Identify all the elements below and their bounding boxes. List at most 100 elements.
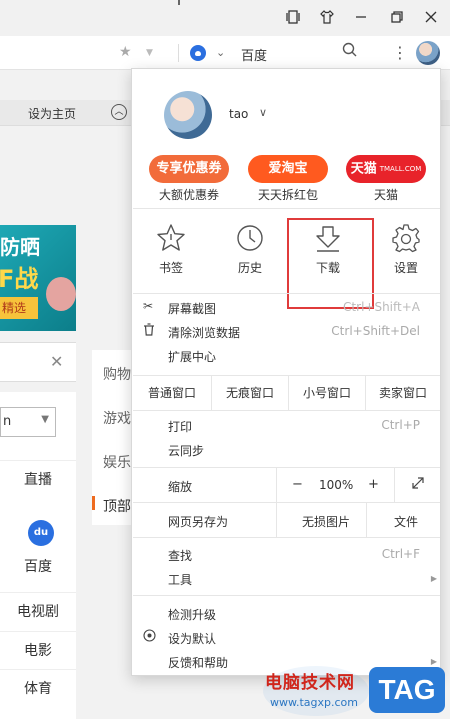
clear-data-menu-item[interactable]: 清除浏览数据 Ctrl+Shift+Del — [132, 322, 440, 342]
account-username[interactable]: tao — [229, 107, 248, 121]
set-home-link[interactable]: 设为主页 — [28, 105, 76, 122]
mid-item-top[interactable]: 顶部 — [103, 496, 131, 516]
save-as-row: 网页另存为 无损图片 文件 — [132, 503, 440, 537]
minimize-button[interactable] — [352, 10, 370, 28]
menu-divider — [133, 208, 440, 209]
user-avatar-button[interactable] — [416, 41, 440, 65]
search-engine-label[interactable]: 百度 — [241, 45, 267, 64]
account-chevron-down-icon[interactable]: ∨ — [259, 106, 267, 119]
close-icon[interactable]: ✕ — [50, 352, 63, 371]
account-avatar[interactable] — [164, 91, 212, 139]
mid-item-shopping[interactable]: 购物 — [103, 364, 131, 384]
screenshot-hotkey: Ctrl+Shift+A — [343, 300, 420, 314]
zoom-out-button[interactable]: − — [292, 477, 303, 492]
tools-label: 工具 — [168, 573, 193, 587]
find-hotkey: Ctrl+F — [381, 547, 420, 561]
baidu-paw-icon[interactable] — [190, 45, 206, 61]
download-highlight-box — [287, 218, 374, 309]
print-hotkey: Ctrl+P — [381, 418, 420, 432]
fullscreen-expand-icon — [412, 477, 424, 489]
seller-window-button[interactable]: 卖家窗口 — [366, 376, 440, 410]
collapse-up-icon[interactable]: ︿ — [111, 104, 127, 120]
check-upgrade-menu-item[interactable]: 检测升级 — [132, 604, 440, 624]
check-upgrade-label: 检测升级 — [168, 608, 217, 622]
zoom-label: 缩放 — [168, 480, 193, 494]
cloud-sync-menu-item[interactable]: 云同步 — [132, 440, 440, 460]
banner-fruit-image — [46, 277, 76, 311]
set-default-menu-item[interactable]: 设为默认 — [132, 628, 440, 648]
more-menu-icon[interactable]: ⋮ — [392, 43, 408, 62]
menu-divider — [133, 293, 440, 294]
category-live[interactable]: 直播 — [0, 460, 76, 498]
promo-tmall-label: 天猫 — [350, 161, 377, 177]
window-mode-grid: 普通窗口 无痕窗口 小号窗口 卖家窗口 — [133, 375, 440, 411]
engine-chevron-down-icon[interactable]: ⌄ — [216, 46, 225, 59]
mid-active-accent — [92, 496, 95, 510]
print-label: 打印 — [168, 420, 193, 434]
split-icon — [286, 10, 300, 24]
category-sports[interactable]: 体育 — [0, 669, 76, 707]
print-menu-item[interactable]: 打印 Ctrl+P — [132, 416, 440, 436]
banner-button[interactable]: 精选 — [0, 297, 38, 319]
history-tool-button[interactable]: 历史 — [220, 219, 280, 281]
set-default-label: 设为默认 — [168, 632, 217, 646]
category-movie[interactable]: 电影 — [0, 631, 76, 669]
save-as-separator — [276, 503, 277, 537]
category-select-value: n — [3, 414, 12, 429]
history-label: 历史 — [237, 261, 262, 275]
tools-menu-item[interactable]: 工具 ▶ — [132, 569, 440, 589]
close-window-button[interactable] — [422, 10, 440, 28]
promo-coupon-button[interactable]: 专享优惠券 — [149, 155, 229, 183]
alt-account-window-button[interactable]: 小号窗口 — [289, 376, 366, 410]
skin-button[interactable] — [318, 10, 336, 28]
normal-window-button[interactable]: 普通窗口 — [133, 376, 212, 410]
chevron-down-icon: ▼ — [41, 414, 49, 425]
zoom-in-button[interactable]: + — [368, 477, 379, 492]
promo-coupon-label: 专享优惠券 — [156, 161, 222, 176]
settings-tool-button[interactable]: 设置 — [376, 219, 436, 281]
save-as-separator — [366, 503, 367, 537]
promo-banner[interactable]: 防晒 F战 精选 — [0, 225, 76, 331]
trash-icon — [143, 323, 155, 339]
save-lossless-image-button[interactable]: 无损图片 — [302, 513, 350, 530]
submenu-arrow-icon: ▶ — [430, 657, 437, 666]
zoom-level-value: 100% — [319, 478, 354, 492]
submenu-arrow-icon: ▶ — [430, 574, 437, 583]
promo-coupon-caption[interactable]: 大额优惠券 — [149, 186, 229, 203]
mid-item-entertainment[interactable]: 娱乐 — [103, 452, 131, 472]
bookmarks-label: 书签 — [158, 261, 183, 275]
screenshot-menu-item[interactable]: ✂ 屏幕截图 Ctrl+Shift+A — [132, 298, 440, 318]
promo-tmall-button[interactable]: 天猫 TMALL.COM — [346, 155, 426, 183]
scissors-icon: ✂ — [143, 299, 154, 313]
extensions-menu-item[interactable]: 扩展中心 — [132, 346, 440, 366]
search-icon[interactable] — [342, 42, 358, 62]
incognito-window-button[interactable]: 无痕窗口 — [212, 376, 289, 410]
zoom-row: 缩放 − 100% + — [132, 468, 440, 502]
category-select[interactable]: n ▼ — [0, 407, 56, 437]
bookmark-star-icon[interactable]: ★ — [119, 44, 132, 60]
watermark-url: www.tagxp.com — [270, 696, 358, 709]
pin-window-button[interactable] — [284, 10, 302, 28]
clock-icon — [237, 225, 263, 251]
save-file-button[interactable]: 文件 — [394, 513, 418, 530]
restore-button[interactable] — [388, 10, 406, 28]
bookmarks-tool-button[interactable]: 书签 — [141, 219, 201, 281]
mid-item-games[interactable]: 游戏 — [103, 408, 131, 428]
zoom-separator — [276, 468, 277, 502]
star-dropdown-icon[interactable]: ▼ — [146, 48, 153, 58]
find-menu-item[interactable]: 查找 Ctrl+F — [132, 545, 440, 565]
fullscreen-button[interactable] — [410, 475, 426, 495]
promo-aitaobao-caption[interactable]: 天天拆红包 — [248, 186, 328, 203]
title-grip — [178, 0, 180, 5]
promo-tmall-caption[interactable]: 天猫 — [346, 186, 426, 203]
save-as-label[interactable]: 网页另存为 — [168, 513, 228, 530]
title-bar — [0, 0, 450, 36]
radio-target-icon — [143, 629, 156, 645]
address-divider — [178, 44, 179, 62]
address-bar: ★ ▼ ⌄ 百度 ⋮ — [0, 36, 450, 70]
promo-aitaobao-button[interactable]: 爱淘宝 — [248, 155, 328, 183]
category-baidu[interactable]: 百度 — [0, 548, 76, 586]
promo-tmall-sub: TMALL.COM — [379, 165, 422, 173]
banner-line1: 防晒 — [0, 235, 40, 259]
category-tv[interactable]: 电视剧 — [0, 592, 76, 630]
